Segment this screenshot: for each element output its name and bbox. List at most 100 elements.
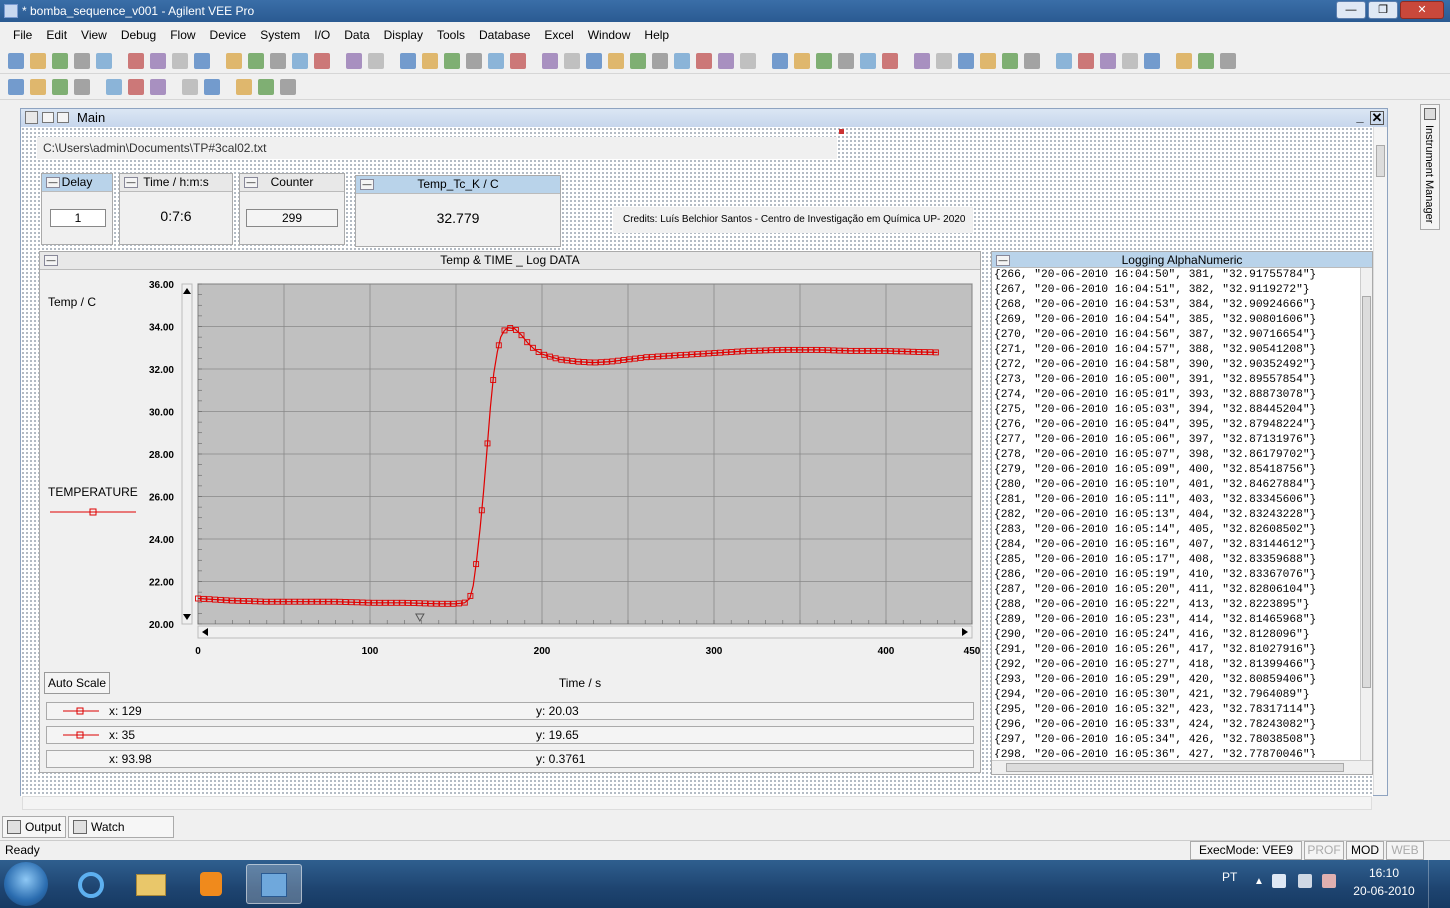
- toolbar-tb1-icon-4[interactable]: [96, 53, 112, 69]
- toolbar-tb1-icon-6[interactable]: [150, 53, 166, 69]
- menu-database[interactable]: Database: [472, 28, 537, 42]
- toolbar-tb1-icon-16[interactable]: [400, 53, 416, 69]
- minimize-button[interactable]: —: [1336, 1, 1366, 19]
- toolbar-tb2-icon-1[interactable]: [30, 79, 46, 95]
- language-indicator[interactable]: PT: [1222, 870, 1237, 884]
- instrument-manager-tab[interactable]: Instrument Manager: [1420, 104, 1440, 230]
- show-desktop-button[interactable]: [1428, 860, 1450, 908]
- menu-file[interactable]: File: [6, 28, 39, 42]
- toolbar-tb1-icon-25[interactable]: [608, 53, 624, 69]
- toolbar-tb1-icon-48[interactable]: [1144, 53, 1160, 69]
- main-window-sys-icon[interactable]: [42, 112, 54, 123]
- toolbar-tb1-icon-37[interactable]: [882, 53, 898, 69]
- toolbar-tb1-icon-2[interactable]: [52, 53, 68, 69]
- toolbar-tb1-icon-5[interactable]: [128, 53, 144, 69]
- toolbar-tb2-icon-0[interactable]: [8, 79, 24, 95]
- menu-excel[interactable]: Excel: [537, 28, 580, 42]
- toolbar-tb1-icon-1[interactable]: [30, 53, 46, 69]
- toolbar-tb1-icon-51[interactable]: [1220, 53, 1236, 69]
- menu-debug[interactable]: Debug: [114, 28, 163, 42]
- delay-minimize-icon[interactable]: —: [46, 177, 60, 188]
- taskbar-media[interactable]: [184, 864, 238, 904]
- toolbar-tb1-icon-32[interactable]: [772, 53, 788, 69]
- toolbar-tb2-icon-5[interactable]: [128, 79, 144, 95]
- taskbar-ie[interactable]: [64, 864, 118, 904]
- toolbar-tb1-icon-14[interactable]: [346, 53, 362, 69]
- main-close-button[interactable]: ✕: [1370, 111, 1384, 125]
- toolbar-tb1-icon-15[interactable]: [368, 53, 384, 69]
- flag-icon[interactable]: [1322, 874, 1336, 888]
- toolbar-tb1-icon-33[interactable]: [794, 53, 810, 69]
- close-button[interactable]: ✕: [1400, 1, 1444, 19]
- log-horizontal-scrollbar[interactable]: [992, 760, 1372, 774]
- menu-system[interactable]: System: [253, 28, 307, 42]
- clock-time[interactable]: 16:10: [1354, 866, 1414, 880]
- toolbar-tb1-icon-9[interactable]: [226, 53, 242, 69]
- menu-io[interactable]: I/O: [307, 28, 337, 42]
- toolbar-tb2-icon-8[interactable]: [204, 79, 220, 95]
- toolbar-tb1-icon-30[interactable]: [718, 53, 734, 69]
- toolbar-tb1-icon-3[interactable]: [74, 53, 90, 69]
- menu-data[interactable]: Data: [337, 28, 376, 42]
- menu-window[interactable]: Window: [581, 28, 638, 42]
- time-minimize-icon[interactable]: —: [124, 177, 138, 188]
- toolbar-tb1-icon-41[interactable]: [980, 53, 996, 69]
- toolbar-tb1-icon-27[interactable]: [652, 53, 668, 69]
- menu-tools[interactable]: Tools: [430, 28, 472, 42]
- toolbar-tb1-icon-12[interactable]: [292, 53, 308, 69]
- start-button[interactable]: [4, 862, 48, 906]
- main-window-restore-icon[interactable]: [57, 112, 69, 123]
- toolbar-tb2-icon-3[interactable]: [74, 79, 90, 95]
- tray-expand-icon[interactable]: ▲: [1254, 876, 1264, 887]
- main-vscroll-thumb[interactable]: [1376, 145, 1385, 177]
- menu-device[interactable]: Device: [203, 28, 254, 42]
- toolbar-tb1-icon-26[interactable]: [630, 53, 646, 69]
- toolbar-tb1-icon-17[interactable]: [422, 53, 438, 69]
- menu-display[interactable]: Display: [377, 28, 430, 42]
- toolbar-tb1-icon-24[interactable]: [586, 53, 602, 69]
- chart-minimize-icon[interactable]: —: [44, 255, 58, 266]
- toolbar-tb1-icon-40[interactable]: [958, 53, 974, 69]
- toolbar-tb1-icon-34[interactable]: [816, 53, 832, 69]
- clock-date[interactable]: 20-06-2010: [1350, 884, 1418, 898]
- log-text-area[interactable]: {266, "20-06-2010 16:04:50", 381, "32.91…: [994, 268, 1356, 758]
- taskbar-vee[interactable]: [246, 864, 302, 904]
- toolbar-tb1-icon-18[interactable]: [444, 53, 460, 69]
- toolbar-tb1-icon-31[interactable]: [740, 53, 756, 69]
- toolbar-tb2-icon-10[interactable]: [258, 79, 274, 95]
- log-hscroll-thumb[interactable]: [1006, 763, 1344, 772]
- main-minimize-button[interactable]: _: [1353, 110, 1367, 125]
- temp-minimize-icon[interactable]: —: [360, 179, 374, 190]
- taskbar-explorer[interactable]: [124, 864, 178, 904]
- main-window-icon[interactable]: [25, 111, 38, 124]
- toolbar-tb1-icon-44[interactable]: [1056, 53, 1072, 69]
- main-horizontal-scrollbar[interactable]: [22, 796, 1372, 810]
- toolbar-tb1-icon-43[interactable]: [1024, 53, 1040, 69]
- toolbar-tb1-icon-10[interactable]: [248, 53, 264, 69]
- toolbar-tb1-icon-13[interactable]: [314, 53, 330, 69]
- toolbar-tb1-icon-29[interactable]: [696, 53, 712, 69]
- toolbar-tb1-icon-28[interactable]: [674, 53, 690, 69]
- toolbar-tb2-icon-7[interactable]: [182, 79, 198, 95]
- toolbar-tb2-icon-2[interactable]: [52, 79, 68, 95]
- toolbar-tb1-icon-46[interactable]: [1100, 53, 1116, 69]
- tab-watch-variables[interactable]: Watch Variables: [68, 816, 174, 854]
- toolbar-tb2-icon-4[interactable]: [106, 79, 122, 95]
- toolbar-tb1-icon-0[interactable]: [8, 53, 24, 69]
- toolbar-tb1-icon-19[interactable]: [466, 53, 482, 69]
- volume-icon[interactable]: [1272, 874, 1286, 888]
- menu-flow[interactable]: Flow: [163, 28, 202, 42]
- toolbar-tb1-icon-23[interactable]: [564, 53, 580, 69]
- toolbar-tb1-icon-21[interactable]: [510, 53, 526, 69]
- toolbar-tb1-icon-50[interactable]: [1198, 53, 1214, 69]
- toolbar-tb1-icon-7[interactable]: [172, 53, 188, 69]
- toolbar-tb1-icon-35[interactable]: [838, 53, 854, 69]
- log-minimize-icon[interactable]: —: [996, 255, 1010, 266]
- log-vertical-scrollbar[interactable]: [1360, 268, 1372, 760]
- main-vertical-scrollbar[interactable]: [1373, 127, 1387, 795]
- counter-minimize-icon[interactable]: —: [244, 177, 258, 188]
- temperature-chart[interactable]: 20.00 22.00 24.00 26.00 28.00 30.00 32.00 34.00…: [40, 270, 980, 690]
- toolbar-tb1-icon-20[interactable]: [488, 53, 504, 69]
- toolbar-tb1-icon-38[interactable]: [914, 53, 930, 69]
- menu-help[interactable]: Help: [637, 28, 676, 42]
